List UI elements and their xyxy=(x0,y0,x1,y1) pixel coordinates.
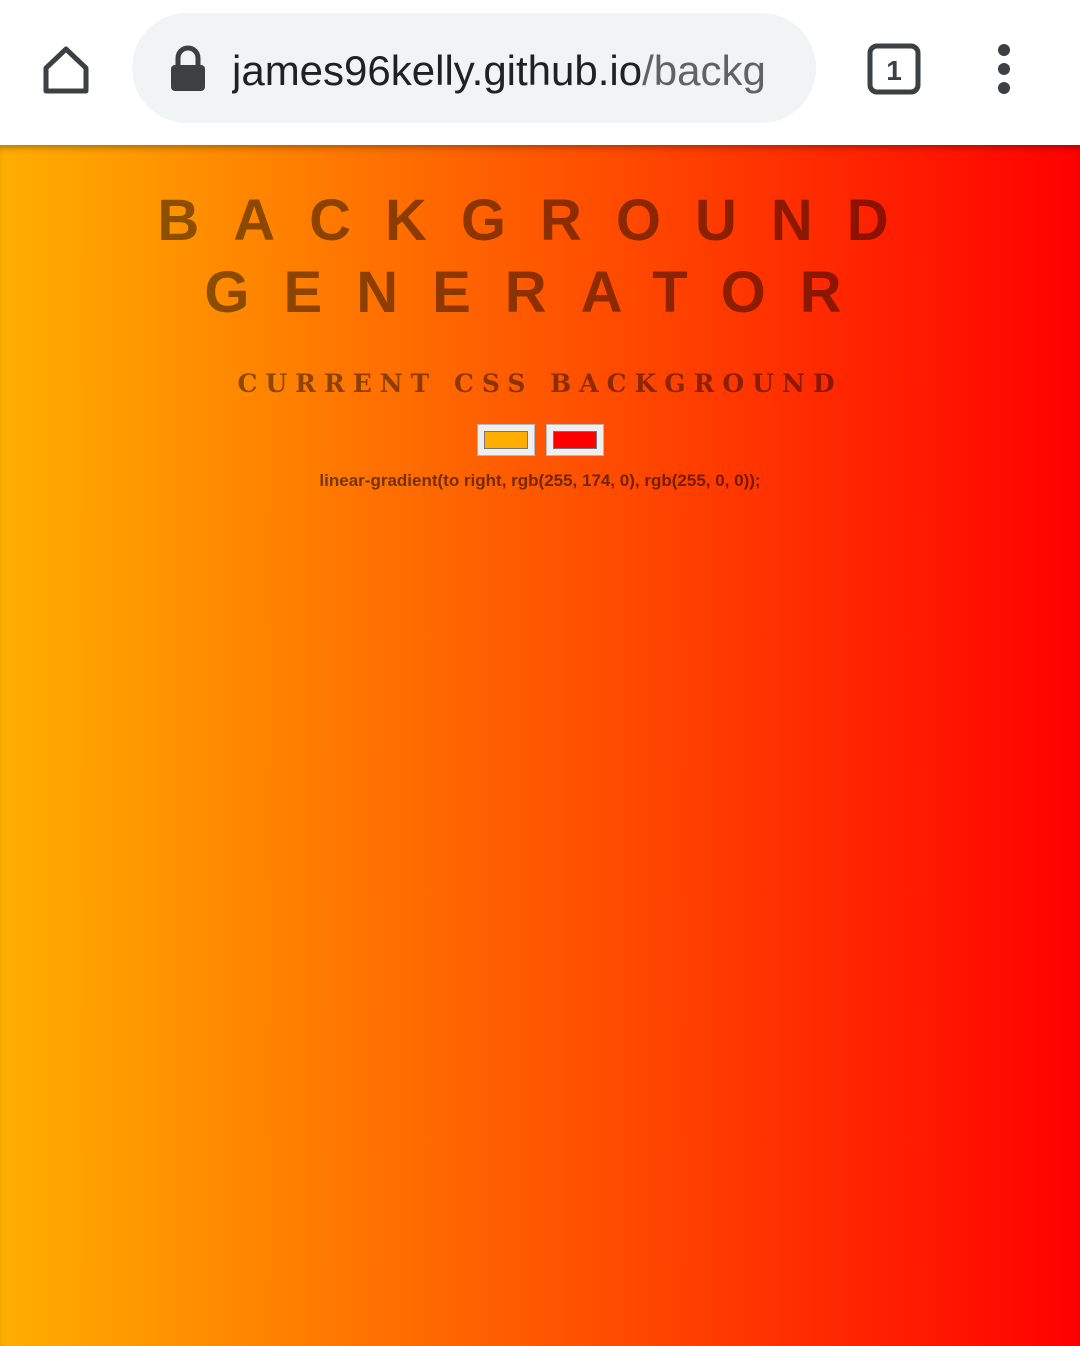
tab-count: 1 xyxy=(886,55,902,86)
url-text[interactable]: james96kelly.github.io/backg xyxy=(232,40,794,102)
page-subtitle: CURRENT CSS BACKGROUND xyxy=(237,369,843,398)
url-path: /backg xyxy=(642,47,766,94)
page-title: BACKGROUND GENERATOR xyxy=(0,185,1080,329)
page-title-line2: GENERATOR xyxy=(204,260,876,325)
url-host: james96kelly.github.io xyxy=(232,47,643,94)
menu-button[interactable] xyxy=(980,38,1028,102)
page-title-line1: BACKGROUND xyxy=(157,188,923,253)
tab-switcher-icon: 1 xyxy=(867,43,921,95)
home-button[interactable] xyxy=(34,38,98,102)
gradient-page: BACKGROUND GENERATOR CURRENT CSS BACKGRO… xyxy=(0,145,1080,1346)
color-picker-1[interactable] xyxy=(477,424,535,456)
color-swatch-1 xyxy=(484,431,528,449)
browser-toolbar: james96kelly.github.io/backg 1 xyxy=(0,0,1080,145)
css-output-text: linear-gradient(to right, rgb(255, 174, … xyxy=(319,471,761,490)
home-icon xyxy=(43,46,89,94)
tab-switcher-button[interactable]: 1 xyxy=(862,38,926,102)
color-pickers xyxy=(477,424,608,457)
kebab-menu-icon xyxy=(998,44,1010,94)
color-picker-2[interactable] xyxy=(546,424,604,456)
lock-icon xyxy=(171,45,205,91)
color-swatch-2 xyxy=(553,431,597,449)
